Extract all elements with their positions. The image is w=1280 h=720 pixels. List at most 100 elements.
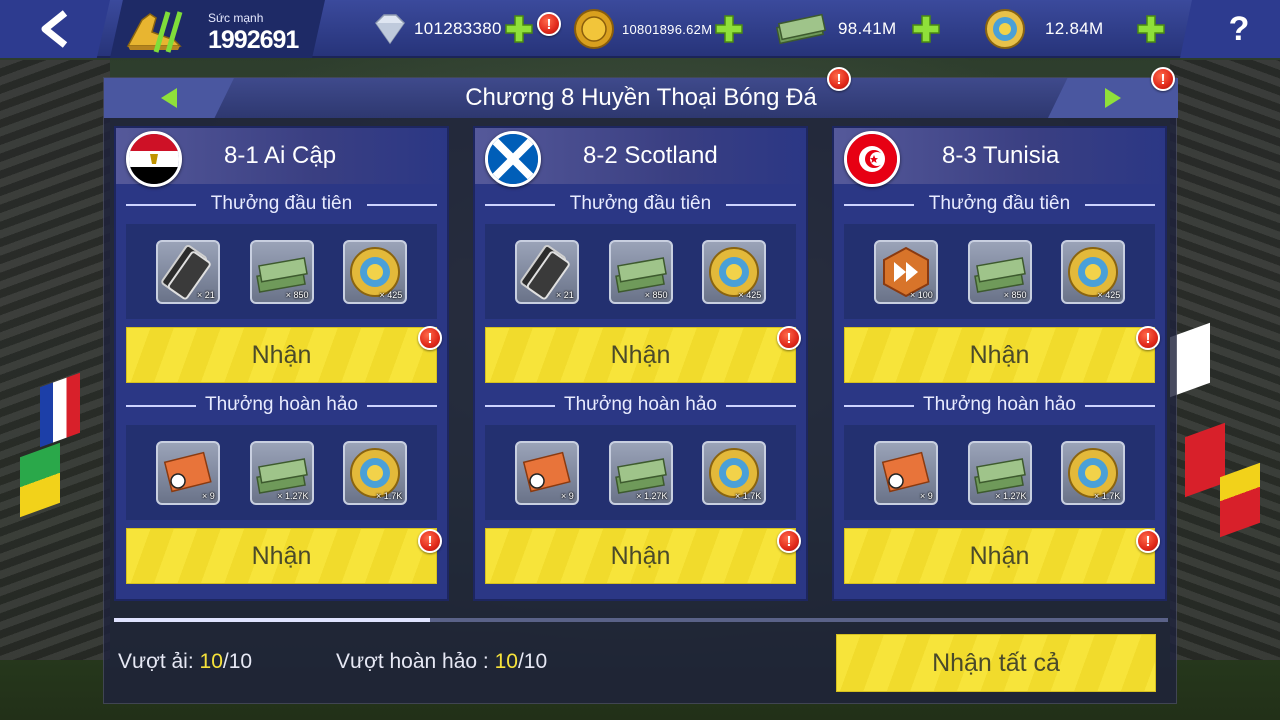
perfect-reward-list: × 9 × 1.27K × 1.7K [844,425,1155,520]
reward-item[interactable]: × 21 [155,239,220,304]
reward-item[interactable]: × 100 [873,239,938,304]
reward-item[interactable]: × 850 [608,239,673,304]
power-panel: Sức mạnh 1992691 [110,0,325,58]
chapter-header: Chương 8 Huyền Thoại Bóng Đá [104,78,1178,118]
add-diamond-button[interactable] [502,12,536,46]
reward-item[interactable]: × 9 [873,440,938,505]
diamond-alert-badge: ! [537,12,561,36]
gold-coin-resource: 10801896.62M [572,0,746,58]
medal-coin-resource: 12.84M [983,0,1168,58]
claim-first-reward-button[interactable]: Nhận [126,327,437,383]
reward-quantity: × 425 [1097,289,1121,300]
chevron-left-icon [41,10,68,48]
stage-header: 8-3 Tunisia [834,128,1165,187]
reward-item[interactable]: × 1.27K [249,440,314,505]
cash-icon [775,13,827,45]
stage-card-8-3: 8-3 Tunisia Thưởng đầu tiên × 100 × 850 [832,126,1167,601]
reward-quantity: × 21 [555,289,574,300]
cleared-total: /10 [222,650,253,673]
first-reward-label: Thưởng đầu tiên [475,184,806,224]
reward-item[interactable]: × 425 [702,239,767,304]
claim-first-reward-button[interactable]: Nhận [844,327,1155,383]
help-button[interactable]: ? [1180,0,1280,58]
alert-badge: ! [777,529,801,553]
perfect-reward-label: Thưởng hoàn hảo [834,385,1165,425]
reward-item[interactable]: × 425 [343,239,408,304]
claim-perfect-reward-button[interactable]: Nhận [126,528,437,584]
perfect-total: /10 [517,650,548,673]
diamond-icon [375,14,405,45]
cash-value: 98.41M [838,19,897,38]
alert-badge: ! [1136,326,1160,350]
reward-item[interactable]: × 1.27K [967,440,1032,505]
claim-perfect-reward-button[interactable]: Nhận [485,528,796,584]
next-chapter-alert-badge: ! [1151,67,1175,91]
previous-chapter-button[interactable] [104,78,234,118]
claim-first-reward-button[interactable]: Nhận [485,327,796,383]
reward-quantity: × 9 [919,490,933,501]
alert-badge: ! [1136,529,1160,553]
reward-item[interactable]: × 425 [1061,239,1126,304]
reward-quantity: × 100 [909,289,933,300]
cleared-label: Vượt ải: [118,650,194,673]
medal-coin-value: 12.84M [1045,19,1104,38]
stage-title: 8-3 Tunisia [942,142,1060,169]
first-reward-list: × 21 × 850 × 425 [126,224,437,319]
alert-badge: ! [418,326,442,350]
first-reward-list: × 100 × 850 × 425 [844,224,1155,319]
reward-item[interactable]: × 1.7K [1061,440,1126,505]
first-reward-label: Thưởng đầu tiên [116,184,447,224]
add-gold-coin-button[interactable] [712,12,746,46]
reward-quantity: × 1.27K [636,490,668,501]
egypt-flag-icon [126,131,182,187]
back-button[interactable] [0,0,110,58]
reward-quantity: × 21 [196,289,215,300]
claim-all-button[interactable]: Nhận tất cả [836,634,1156,692]
gold-coin-value: 10801896.62M [622,21,713,37]
power-value: 1992691 [208,26,299,54]
reward-quantity: × 1.7K [734,490,762,501]
perfect-reward-list: × 9 × 1.27K × 1.7K [126,425,437,520]
reward-quantity: × 1.27K [995,490,1027,501]
alert-badge: ! [777,326,801,350]
reward-item[interactable]: × 1.7K [702,440,767,505]
reward-item[interactable]: × 850 [249,239,314,304]
stage-scrollbar[interactable] [114,618,1168,622]
perfect-stat: Vượt hoàn hảo : 10/10 [336,650,547,674]
reward-item[interactable]: × 9 [155,440,220,505]
stage-header: 8-1 Ai Cập [116,128,447,187]
reward-item[interactable]: × 9 [514,440,579,505]
cash-resource: 98.41M [774,0,943,58]
reward-quantity: × 9 [201,490,215,501]
reward-item[interactable]: × 1.7K [343,440,408,505]
reward-quantity: × 9 [560,490,574,501]
reward-item[interactable]: × 1.27K [608,440,673,505]
reward-item[interactable]: × 21 [514,239,579,304]
chapter-panel: Chương 8 Huyền Thoại Bóng Đá ! ! 8-1 Ai … [103,67,1178,704]
stage-card-8-1: 8-1 Ai Cập Thưởng đầu tiên × 21 × 850 × … [114,126,449,601]
perfect-label: Vượt hoàn hảo : [336,650,489,673]
add-medal-coin-button[interactable] [1134,12,1168,46]
alert-badge: ! [418,529,442,553]
perfect-current: 10 [494,650,518,673]
medal-coin-icon [985,9,1025,49]
golden-boot-icon [126,11,183,53]
perfect-reward-list: × 9 × 1.27K × 1.7K [485,425,796,520]
add-cash-button[interactable] [909,12,943,46]
arrow-left-icon [161,88,177,108]
cleared-stat: Vượt ải: 10/10 [118,650,252,674]
perfect-reward-label: Thưởng hoàn hảo [475,385,806,425]
reward-quantity: × 425 [379,289,403,300]
power-label: Sức mạnh [208,11,264,25]
top-bar: Sức mạnh 1992691 101283380 ! 10801896.62… [0,0,1280,58]
reward-quantity: × 1.27K [277,490,309,501]
scrollbar-thumb[interactable] [114,618,431,622]
first-reward-list: × 21 × 850 × 425 [485,224,796,319]
reward-quantity: × 850 [1003,289,1027,300]
stage-card-8-2: 8-2 Scotland Thưởng đầu tiên × 21 × 850 [473,126,808,601]
arrow-right-icon [1105,88,1121,108]
scotland-flag-icon [485,131,541,187]
claim-perfect-reward-button[interactable]: Nhận [844,528,1155,584]
reward-quantity: × 1.7K [375,490,403,501]
reward-item[interactable]: × 850 [967,239,1032,304]
